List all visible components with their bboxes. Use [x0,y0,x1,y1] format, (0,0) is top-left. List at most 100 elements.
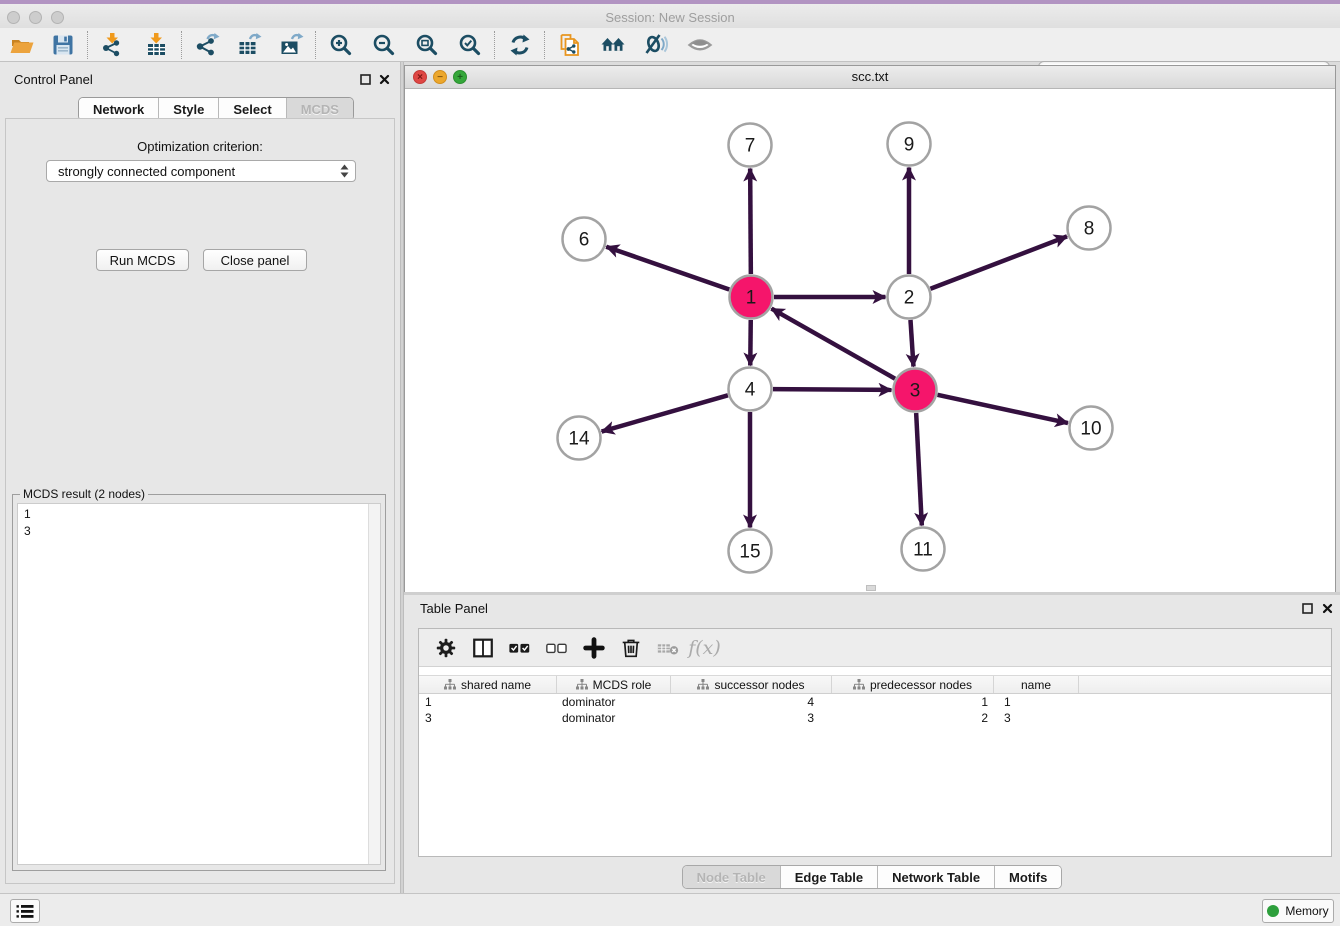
toolbar-separator [544,31,546,59]
deselect-all-button[interactable] [538,633,575,663]
tab-network[interactable]: Network [79,98,158,120]
home-icon [600,32,626,58]
tab-motifs[interactable]: Motifs [994,866,1061,888]
style-button[interactable] [639,30,673,60]
export-network-button[interactable] [190,30,224,60]
unchecked-boxes-icon [545,636,569,660]
toolbar-separator [181,31,183,59]
graph-node-label-4: 4 [745,380,756,401]
zoom-fit-button[interactable] [410,30,444,60]
graph-node-label-3: 3 [910,381,921,402]
control-panel-header: Control Panel [0,62,400,92]
mcds-result-legend: MCDS result (2 nodes) [20,487,148,501]
table-tabs: Node Table Edge Table Network Table Moti… [404,865,1340,889]
criterion-select[interactable]: strongly connected component [46,160,356,182]
refresh-icon [507,32,533,58]
home-button[interactable] [596,30,630,60]
tab-node-table[interactable]: Node Table [683,866,780,888]
column-header-mcds-role[interactable]: MCDS role [557,676,671,693]
graph-edge-2-3[interactable] [910,320,913,367]
style-icon [643,32,669,58]
save-session-button[interactable] [46,30,80,60]
zoom-out-icon [371,32,397,58]
node-table: shared name MCDS role [419,675,1331,726]
column-hierarchy-icon [853,679,865,690]
table-row[interactable]: 3 dominator 3 2 3 [419,710,1331,726]
show-columns-button[interactable] [464,633,501,663]
float-window-icon [360,74,371,85]
table-panel-title: Table Panel [420,601,488,616]
graph-edge-4-3[interactable] [773,389,892,390]
visibility-button[interactable] [683,30,717,60]
clone-network-button[interactable] [553,30,587,60]
network-canvas[interactable]: 7968124314101511 [405,89,1335,592]
graph-edge-4-14[interactable] [602,395,728,431]
gear-icon [434,636,458,660]
column-header-name[interactable]: name [994,676,1079,693]
table-row[interactable]: 1 dominator 4 1 1 [419,694,1331,710]
float-panel-button[interactable] [359,73,372,86]
control-panel-title: Control Panel [14,72,93,87]
graph-edge-3-11[interactable] [916,413,922,526]
network-view-window: × − + scc.txt 7968124314101511 [404,65,1336,592]
zoom-selected-button[interactable] [453,30,487,60]
export-table-button[interactable] [232,30,266,60]
delete-column-button[interactable] [612,633,649,663]
graph-node-label-11: 11 [913,540,933,561]
zoom-out-button[interactable] [367,30,401,60]
graph-edge-1-6[interactable] [606,247,729,290]
open-file-button[interactable] [5,30,39,60]
graph-edge-1-7[interactable] [750,168,751,274]
chevron-updown-icon [340,164,349,178]
column-hierarchy-icon [576,679,588,690]
mcds-result-group: MCDS result (2 nodes) 1 3 [12,494,386,871]
tab-style[interactable]: Style [158,98,218,120]
result-scrollbar[interactable] [368,504,380,864]
delete-table-button[interactable] [649,633,686,663]
graph-node-label-14: 14 [568,429,590,450]
task-history-button[interactable] [10,899,40,923]
result-line: 3 [24,523,380,540]
graph-edge-3-10[interactable] [937,395,1068,423]
criterion-value: strongly connected component [58,164,235,179]
graph-edge-3-1[interactable] [771,309,895,379]
create-column-button[interactable] [575,633,612,663]
columns-icon [471,636,495,660]
zoom-selected-icon [457,32,483,58]
column-header-predecessor-nodes[interactable]: predecessor nodes [832,676,994,693]
graph-edge-2-8[interactable] [930,236,1067,288]
column-header-shared-name[interactable]: shared name [419,676,557,693]
refresh-button[interactable] [503,30,537,60]
import-network-button[interactable] [96,30,130,60]
zoom-in-button[interactable] [324,30,358,60]
graph-node-label-1: 1 [746,288,757,309]
toolbar-separator [494,31,496,59]
table-close-button[interactable] [1321,602,1334,615]
main-toolbar [0,28,1340,62]
table-settings-button[interactable] [427,633,464,663]
table-panel: Table Panel [404,595,1340,893]
table-float-button[interactable] [1301,602,1314,615]
tab-network-table[interactable]: Network Table [877,866,994,888]
toolbar-separator [315,31,317,59]
network-resize-grip[interactable] [866,585,876,591]
column-header-successor-nodes[interactable]: successor nodes [671,676,832,693]
mcds-result-text[interactable]: 1 3 [17,503,381,865]
tab-mcds[interactable]: MCDS [286,98,353,120]
select-all-button[interactable] [501,633,538,663]
zoom-fit-icon [414,32,440,58]
memory-button[interactable]: Memory [1262,899,1334,923]
graph-node-label-15: 15 [739,542,760,563]
tab-select[interactable]: Select [218,98,285,120]
export-image-button[interactable] [274,30,308,60]
tab-edge-table[interactable]: Edge Table [780,866,877,888]
import-table-button[interactable] [140,30,174,60]
close-panel-action-button[interactable]: Close panel [203,249,307,271]
status-bar: Memory [0,893,1340,926]
function-builder-button[interactable]: f(x) [686,633,723,663]
app-window: Session: New Session [0,0,1340,926]
trash-icon [619,636,643,660]
close-panel-button[interactable] [378,73,391,86]
close-icon [1322,603,1333,614]
run-mcds-button[interactable]: Run MCDS [96,249,189,271]
